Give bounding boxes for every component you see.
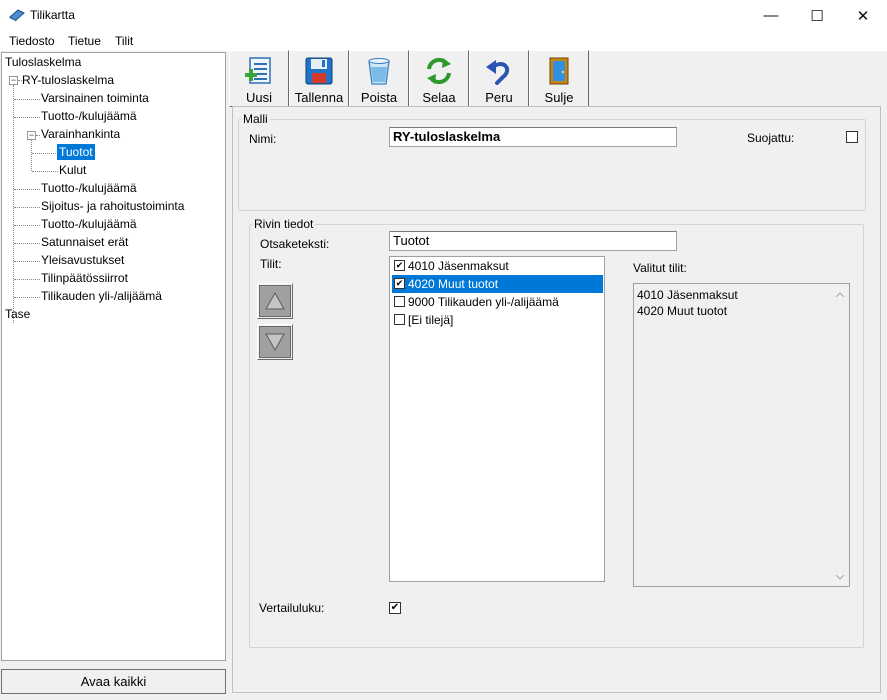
header-text-field[interactable]: Tuotot (389, 231, 677, 251)
cancel-label: Peru (485, 90, 513, 105)
new-label: Uusi (245, 90, 272, 105)
cancel-button[interactable]: Peru (469, 50, 529, 107)
tree-item-satunnaiset-erat[interactable]: Satunnaiset erät (41, 234, 128, 250)
book-icon (9, 8, 25, 22)
account-item-4020[interactable]: ✔ 4020 Muut tuotot (392, 275, 603, 293)
refresh-icon (427, 57, 451, 85)
menu-file[interactable]: Tiedosto (9, 34, 55, 48)
expand-all-label: Avaa kaikki (80, 674, 147, 689)
door-exit-icon (549, 57, 569, 85)
close-button[interactable]: Sulje (529, 50, 589, 107)
tree-connector (14, 279, 40, 280)
tree-connector (31, 139, 32, 171)
selected-accounts-scrollbar[interactable] (832, 285, 848, 585)
tree-connector (14, 225, 40, 226)
close-label: Sulje (544, 90, 574, 105)
expand-all-button[interactable]: Avaa kaikki (1, 669, 226, 694)
account-item-label: 4010 Jäsenmaksut (408, 259, 509, 273)
floppy-disk-icon (305, 57, 333, 85)
tree-connector (14, 99, 40, 100)
tree-item-yleisavustukset[interactable]: Yleisavustukset (41, 252, 124, 268)
tree-item-tuloslaskelma[interactable]: Tuloslaskelma (5, 54, 81, 70)
tree-connector (14, 189, 40, 190)
tree-item-tuotot[interactable]: Tuotot (57, 144, 95, 160)
tree-connector (36, 135, 40, 136)
tree-connector (32, 153, 58, 154)
tree-connector (14, 243, 40, 244)
tree-item-ry-tuloslaskelma[interactable]: RY-tuloslaskelma (22, 72, 114, 88)
new-button[interactable]: Uusi (229, 50, 289, 107)
tree-item-tuotto-kulujaama[interactable]: Tuotto-/kulujäämä (41, 180, 137, 196)
new-document-icon (245, 57, 271, 84)
arrow-down-icon (265, 333, 285, 352)
compare-label: Vertailuluku: (259, 601, 325, 615)
scroll-arrows-icon (835, 292, 845, 580)
tree-connector (13, 85, 14, 323)
tree-item-tuotto-kulujaama[interactable]: Tuotto-/kulujäämä (41, 216, 137, 232)
save-button[interactable]: Tallenna (289, 50, 349, 107)
account-item-no-accounts[interactable]: [Ei tilejä] (392, 311, 603, 329)
account-checkbox[interactable]: ✔ (394, 278, 405, 289)
name-label: Nimi: (249, 132, 277, 146)
close-window-button[interactable]: ✕ (840, 0, 886, 31)
move-up-button[interactable] (257, 283, 293, 319)
tree-item-sijoitus-ja-rahoitustoiminta[interactable]: Sijoitus- ja rahoitustoiminta (41, 198, 184, 214)
tree-item-tilinpaatossiirrot[interactable]: Tilinpäätössiirrot (41, 270, 128, 286)
tree-item-tuotto-kulujaama[interactable]: Tuotto-/kulujäämä (41, 108, 137, 124)
malli-legend: Malli (241, 112, 270, 126)
name-field[interactable]: RY-tuloslaskelma (389, 127, 677, 147)
account-item-label: 4020 Muut tuotot (408, 277, 499, 291)
header-text-label: Otsaketeksti: (260, 237, 330, 251)
minimize-button[interactable]: — (748, 0, 794, 31)
report-tree[interactable]: − − Tuloslaskelma RY-tuloslaskelma Varsi… (1, 52, 226, 661)
tree-item-tilikauden-yli-alijaama[interactable]: Tilikauden yli-/alijäämä (41, 288, 162, 304)
window-title: Tilikartta (30, 8, 75, 22)
account-item-label: [Ei tilejä] (408, 313, 454, 327)
tree-connector (14, 261, 40, 262)
protected-label: Suojattu: (747, 131, 795, 145)
undo-icon (486, 60, 510, 85)
delete-label: Poista (360, 90, 398, 105)
account-item-4010[interactable]: ✔ 4010 Jäsenmaksut (392, 257, 603, 275)
tree-item-varainhankinta[interactable]: Varainhankinta (41, 126, 120, 142)
move-down-button[interactable] (257, 324, 293, 360)
menu-record[interactable]: Tietue (68, 34, 101, 48)
accounts-list[interactable]: ✔ 4010 Jäsenmaksut ✔ 4020 Muut tuotot 90… (389, 256, 605, 582)
tree-connector (32, 171, 58, 172)
trash-bin-icon (368, 58, 390, 85)
tree-item-tase[interactable]: Tase (5, 306, 30, 322)
selected-accounts-box[interactable]: 4010 Jäsenmaksut 4020 Muut tuotot (633, 283, 850, 587)
browse-label: Selaa (422, 90, 456, 105)
tree-connector (14, 207, 40, 208)
tree-connector (14, 297, 40, 298)
arrow-up-icon (265, 291, 285, 310)
selected-accounts-label: Valitut tilit: (633, 261, 687, 275)
selected-accounts-text: 4010 Jäsenmaksut 4020 Muut tuotot (637, 288, 738, 318)
delete-button[interactable]: Poista (349, 50, 409, 107)
menu-accounts[interactable]: Tilit (115, 34, 133, 48)
row-info-legend: Rivin tiedot (252, 217, 316, 231)
account-checkbox[interactable]: ✔ (394, 260, 405, 271)
account-item-label: 9000 Tilikauden yli-/alijäämä (408, 295, 559, 309)
tree-connector (14, 117, 40, 118)
compare-checkbox[interactable]: ✔ (389, 602, 401, 614)
account-checkbox[interactable] (394, 296, 405, 307)
browse-button[interactable]: Selaa (409, 50, 469, 107)
tree-item-varsinainen-toiminta[interactable]: Varsinainen toiminta (41, 90, 149, 106)
tree-item-kulut[interactable]: Kulut (59, 162, 86, 178)
collapse-toggle-icon[interactable]: − (27, 131, 36, 140)
accounts-label: Tilit: (260, 257, 282, 271)
maximize-button[interactable]: ☐ (794, 0, 840, 31)
save-label: Tallenna (294, 90, 344, 105)
protected-checkbox[interactable] (846, 131, 858, 143)
account-checkbox[interactable] (394, 314, 405, 325)
collapse-toggle-icon[interactable]: − (9, 76, 18, 85)
account-item-9000[interactable]: 9000 Tilikauden yli-/alijäämä (392, 293, 603, 311)
